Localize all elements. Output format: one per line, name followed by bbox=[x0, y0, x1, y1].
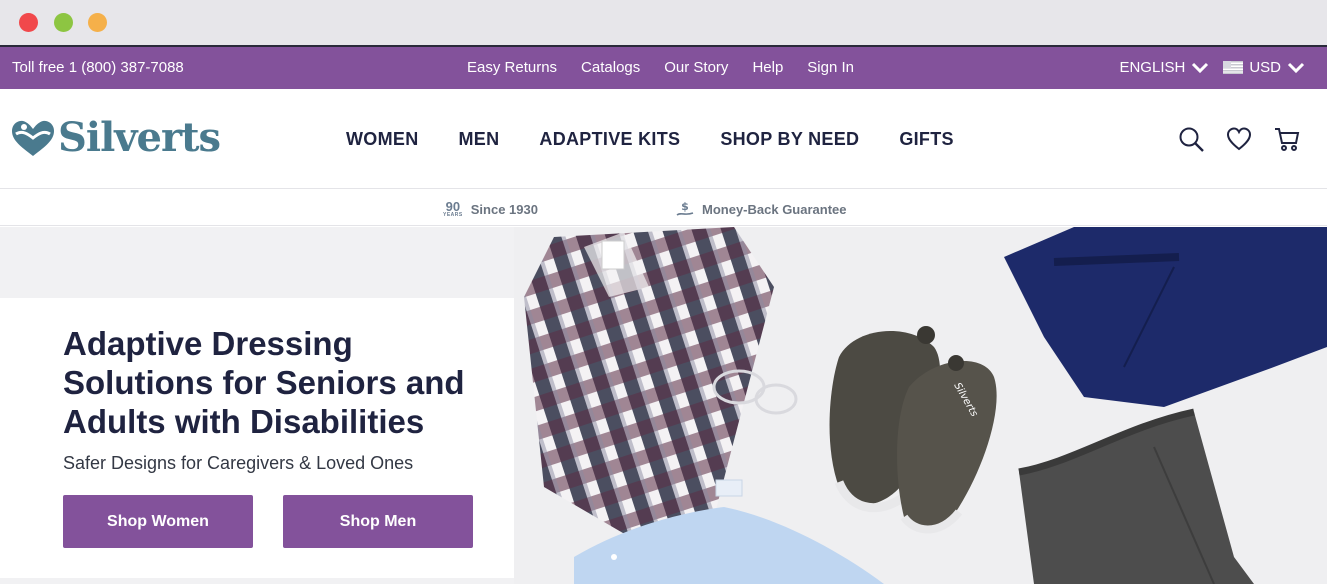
cart-icon[interactable] bbox=[1273, 125, 1301, 153]
svg-text:$: $ bbox=[681, 200, 689, 213]
since-1930-text: Since 1930 bbox=[470, 201, 538, 217]
silverts-logo[interactable]: Silverts bbox=[10, 114, 221, 161]
heart-hands-logo-icon bbox=[12, 120, 54, 156]
language-label: ENGLISH bbox=[1119, 59, 1186, 76]
shop-women-button[interactable]: Shop Women bbox=[63, 495, 253, 548]
nav-women[interactable]: WOMEN bbox=[346, 129, 419, 150]
browser-chrome bbox=[0, 0, 1327, 47]
our-story-link[interactable]: Our Story bbox=[664, 59, 728, 76]
currency-label: USD bbox=[1249, 59, 1281, 76]
trust-badges: 90 YEARS Since 1930 $ Money-Back Guarant… bbox=[0, 190, 1327, 226]
help-link[interactable]: Help bbox=[752, 59, 783, 76]
hero-subtitle: Safer Designs for Caregivers & Loved One… bbox=[63, 453, 414, 473]
window-maximize-button[interactable] bbox=[54, 13, 73, 32]
brand-name: Silverts bbox=[58, 114, 221, 161]
currency-selector[interactable]: USD bbox=[1223, 59, 1305, 76]
shirt-label bbox=[601, 240, 625, 270]
hero-banner: Silverts Adaptive Dressing Solutions for… bbox=[0, 227, 1327, 584]
window-minimize-button[interactable] bbox=[88, 13, 107, 32]
hero-product-image: Silverts bbox=[514, 227, 1327, 584]
money-hand-icon: $ bbox=[676, 200, 694, 216]
heart-icon[interactable] bbox=[1225, 125, 1253, 153]
utility-bar: Toll free 1 (800) 387-7088 Easy Returns … bbox=[0, 47, 1327, 89]
shop-men-button[interactable]: Shop Men bbox=[283, 495, 473, 548]
nav-shop-by-need[interactable]: SHOP BY NEED bbox=[720, 129, 859, 150]
hero-title: Adaptive Dressing Solutions for Seniors … bbox=[63, 325, 465, 440]
sign-in-link[interactable]: Sign In bbox=[807, 59, 854, 76]
nav-gifts[interactable]: GIFTS bbox=[899, 129, 954, 150]
ninety-years-icon: 90 YEARS bbox=[443, 199, 463, 218]
utility-links: Easy Returns Catalogs Our Story Help Sig… bbox=[467, 59, 854, 76]
us-flag-icon bbox=[1223, 61, 1244, 74]
header-icons bbox=[1177, 125, 1301, 153]
nav-adaptive-kits[interactable]: ADAPTIVE KITS bbox=[539, 129, 680, 150]
search-icon[interactable] bbox=[1177, 125, 1205, 153]
language-selector[interactable]: ENGLISH bbox=[1119, 59, 1209, 76]
chevron-down-icon bbox=[1192, 62, 1209, 73]
main-nav: WOMEN MEN ADAPTIVE KITS SHOP BY NEED GIF… bbox=[346, 129, 954, 150]
hero-card: Adaptive Dressing Solutions for Seniors … bbox=[0, 298, 514, 578]
easy-returns-link[interactable]: Easy Returns bbox=[467, 59, 557, 76]
chevron-down-icon bbox=[1287, 62, 1305, 73]
window-close-button[interactable] bbox=[19, 13, 38, 32]
locale-selectors: ENGLISH USD bbox=[1119, 59, 1305, 76]
catalogs-link[interactable]: Catalogs bbox=[581, 59, 640, 76]
money-back-text: Money-Back Guarantee bbox=[702, 201, 847, 217]
since-1930-badge: 90 YEARS Since 1930 bbox=[443, 200, 538, 218]
money-back-badge: $ Money-Back Guarantee bbox=[676, 200, 847, 218]
nav-men[interactable]: MEN bbox=[459, 129, 500, 150]
toll-free-phone-link[interactable]: Toll free 1 (800) 387-7088 bbox=[12, 59, 184, 76]
site-header: Silverts WOMEN MEN ADAPTIVE KITS SHOP BY… bbox=[0, 89, 1327, 189]
